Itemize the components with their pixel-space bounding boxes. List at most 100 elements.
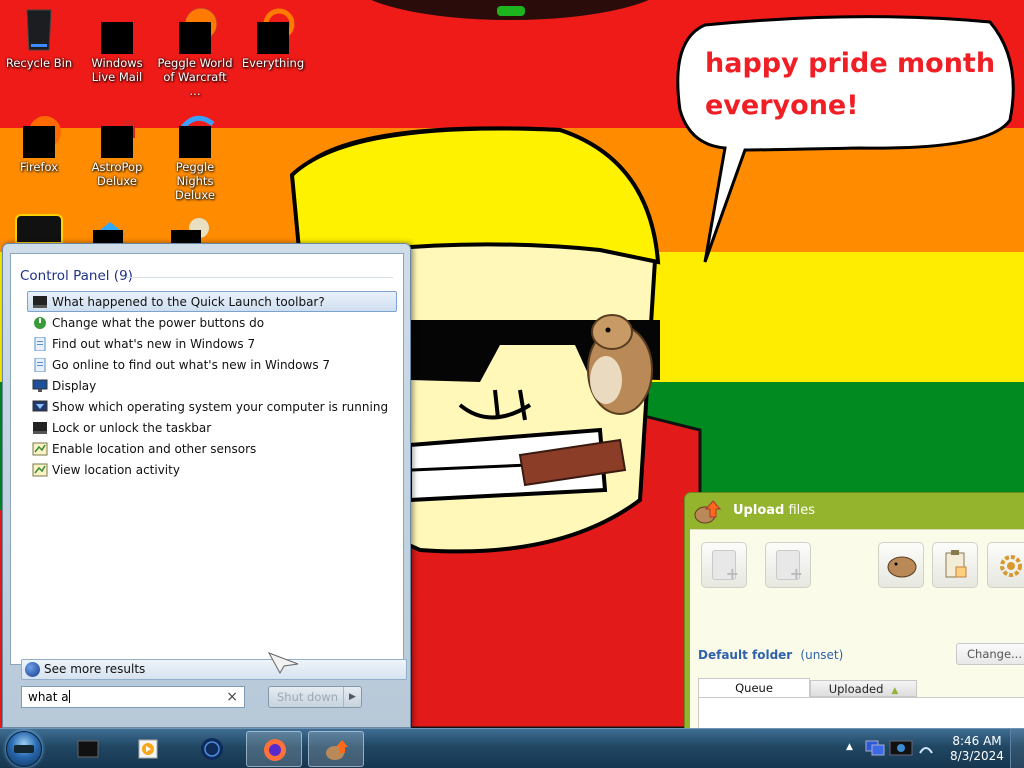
speech-bubble-line-1: happy pride month bbox=[705, 48, 995, 79]
speech-bubble-line-2: everyone! bbox=[705, 90, 859, 121]
warning-triangle-icon: ▲ bbox=[891, 686, 899, 696]
desktop-icon-partial[interactable] bbox=[93, 220, 127, 244]
default-folder-label: Default folder (unset) bbox=[698, 648, 843, 662]
see-more-label: See more results bbox=[44, 662, 146, 676]
search-input-value: what a bbox=[28, 690, 69, 704]
uploader-app-icon bbox=[694, 500, 722, 524]
search-result-item[interactable]: Find out what's new in Windows 7 bbox=[27, 333, 397, 354]
taskbar-button-media-player[interactable] bbox=[120, 731, 176, 767]
desktop-icon-partial[interactable] bbox=[15, 214, 63, 244]
search-result-item[interactable]: Go online to find out what's new in Wind… bbox=[27, 354, 397, 375]
search-result-item[interactable]: Display bbox=[27, 375, 397, 396]
taskbar-button-explorer[interactable] bbox=[60, 731, 116, 767]
desktop-icon-peggle-world-of-warcraft[interactable]: Peggle World of Warcraft ... bbox=[157, 6, 233, 98]
media-player-icon bbox=[138, 739, 158, 759]
shut-down-options-arrow-icon[interactable]: ▶ bbox=[343, 687, 361, 707]
peggle-wow-icon bbox=[171, 6, 219, 54]
text-caret bbox=[68, 690, 70, 703]
windows-live-mail-icon bbox=[93, 6, 141, 54]
globe-icon bbox=[201, 738, 223, 760]
upload-files-window: Upload files + + Default folder (unset) … bbox=[684, 492, 1024, 732]
search-result-item[interactable]: What happened to the Quick Launch toolba… bbox=[27, 291, 397, 312]
action-center-icon[interactable] bbox=[918, 741, 934, 757]
firefox-icon bbox=[264, 739, 286, 761]
speaker-icon[interactable] bbox=[888, 737, 914, 759]
desktop-icon-partial[interactable] bbox=[171, 216, 211, 244]
shut-down-button[interactable]: Shut down ▶ bbox=[268, 686, 362, 708]
search-results-pane: Control Panel (9) What happened to the Q… bbox=[10, 253, 407, 680]
plus-icon: + bbox=[789, 564, 803, 583]
recycle-bin-icon bbox=[15, 6, 63, 54]
display-icon bbox=[32, 379, 48, 392]
astropop-icon bbox=[93, 110, 141, 158]
desktop-icon-label: Peggle Nights Deluxe bbox=[175, 160, 215, 202]
start-button[interactable] bbox=[6, 731, 42, 767]
window-title-rest: files bbox=[784, 503, 816, 518]
show-desktop-button[interactable] bbox=[1010, 729, 1024, 768]
help-doc-icon bbox=[34, 358, 46, 372]
desktop-icon-firefox[interactable]: Firefox bbox=[1, 110, 77, 174]
search-result-label: Find out what's new in Windows 7 bbox=[52, 337, 256, 351]
search-result-label: Display bbox=[52, 379, 97, 393]
hamster-icon bbox=[887, 556, 917, 578]
mouse-cursor-icon bbox=[268, 652, 299, 674]
uploader-app-icon bbox=[326, 740, 348, 760]
desktop-icon-windows-live-mail[interactable]: Windows Live Mail bbox=[79, 6, 155, 84]
see-more-results-button[interactable]: See more results bbox=[21, 659, 407, 680]
desktop-icon-astropop-deluxe[interactable]: AstroPop Deluxe bbox=[79, 110, 155, 188]
search-result-item[interactable]: Show which operating system your compute… bbox=[27, 396, 397, 417]
desktop-icon-label: Peggle World of Warcraft ... bbox=[157, 56, 233, 98]
show-hidden-icons-icon[interactable]: ▲ bbox=[846, 742, 853, 752]
search-result-label: Change what the power buttons do bbox=[52, 316, 265, 330]
tab-uploaded-label: Uploaded bbox=[828, 682, 884, 696]
add-folder-button[interactable]: + bbox=[765, 542, 811, 588]
firefox-icon bbox=[15, 110, 63, 158]
clear-search-icon[interactable]: × bbox=[226, 687, 238, 707]
clock-date: 8/3/2024 bbox=[950, 749, 1004, 763]
taskbar-icon bbox=[33, 422, 47, 434]
desktop-icon-everything[interactable]: Everything bbox=[235, 6, 311, 70]
system-clock[interactable]: 8:46 AM 8/3/2024 bbox=[944, 734, 1010, 764]
desktop-icon-peggle-nights-deluxe[interactable]: Peggle Nights Deluxe bbox=[157, 110, 233, 202]
clipboard-button[interactable] bbox=[932, 542, 978, 588]
default-folder-title: Default folder bbox=[698, 648, 793, 662]
taskbar: ▲ 8:46 AM 8/3/2024 bbox=[0, 728, 1024, 768]
desktop-icon-label: Recycle Bin bbox=[5, 56, 73, 70]
search-results-list: What happened to the Quick Launch toolba… bbox=[27, 291, 397, 480]
plus-icon: + bbox=[725, 564, 739, 583]
sensor-icon bbox=[32, 463, 48, 477]
queue-list[interactable] bbox=[698, 697, 1024, 731]
uploader-body: + + Default folder (unset) Change... Que… bbox=[690, 529, 1024, 731]
mascot-button[interactable] bbox=[878, 542, 924, 588]
tab-uploaded[interactable]: Uploaded ▲ bbox=[810, 680, 917, 697]
gear-icon bbox=[1000, 555, 1022, 577]
section-divider bbox=[127, 277, 393, 278]
change-folder-button[interactable]: Change... bbox=[956, 643, 1024, 665]
start-search-input[interactable]: what a × bbox=[21, 686, 245, 708]
search-result-label: Lock or unlock the taskbar bbox=[52, 421, 212, 435]
clock-time: 8:46 AM bbox=[952, 734, 1002, 748]
system-icon bbox=[32, 400, 48, 412]
desktop-icon-recycle-bin[interactable]: Recycle Bin bbox=[1, 6, 77, 70]
start-menu: Control Panel (9) What happened to the Q… bbox=[2, 243, 411, 728]
window-title: Upload files bbox=[733, 503, 815, 518]
power-icon bbox=[34, 317, 46, 329]
search-result-item[interactable]: View location activity bbox=[27, 459, 397, 480]
search-result-item[interactable]: Lock or unlock the taskbar bbox=[27, 417, 397, 438]
search-result-item[interactable]: Enable location and other sensors bbox=[27, 438, 397, 459]
tab-queue[interactable]: Queue bbox=[698, 678, 810, 698]
clipboard-icon bbox=[945, 550, 967, 578]
folder-icon bbox=[77, 740, 99, 758]
desktop-icon-label: AstroPop Deluxe bbox=[91, 160, 143, 188]
search-result-item[interactable]: Change what the power buttons do bbox=[27, 312, 397, 333]
desktop-icon-label: Windows Live Mail bbox=[91, 56, 143, 84]
default-folder-value: (unset) bbox=[800, 648, 844, 662]
settings-button[interactable] bbox=[987, 542, 1024, 588]
taskbar-button-firefox[interactable] bbox=[246, 731, 302, 767]
search-result-label: View location activity bbox=[52, 463, 180, 477]
results-section-title[interactable]: Control Panel (9) bbox=[20, 268, 133, 284]
network-icon[interactable] bbox=[864, 737, 886, 759]
add-file-button[interactable]: + bbox=[701, 542, 747, 588]
taskbar-button-globe-app[interactable] bbox=[184, 731, 240, 767]
taskbar-button-uploader[interactable] bbox=[308, 731, 364, 767]
